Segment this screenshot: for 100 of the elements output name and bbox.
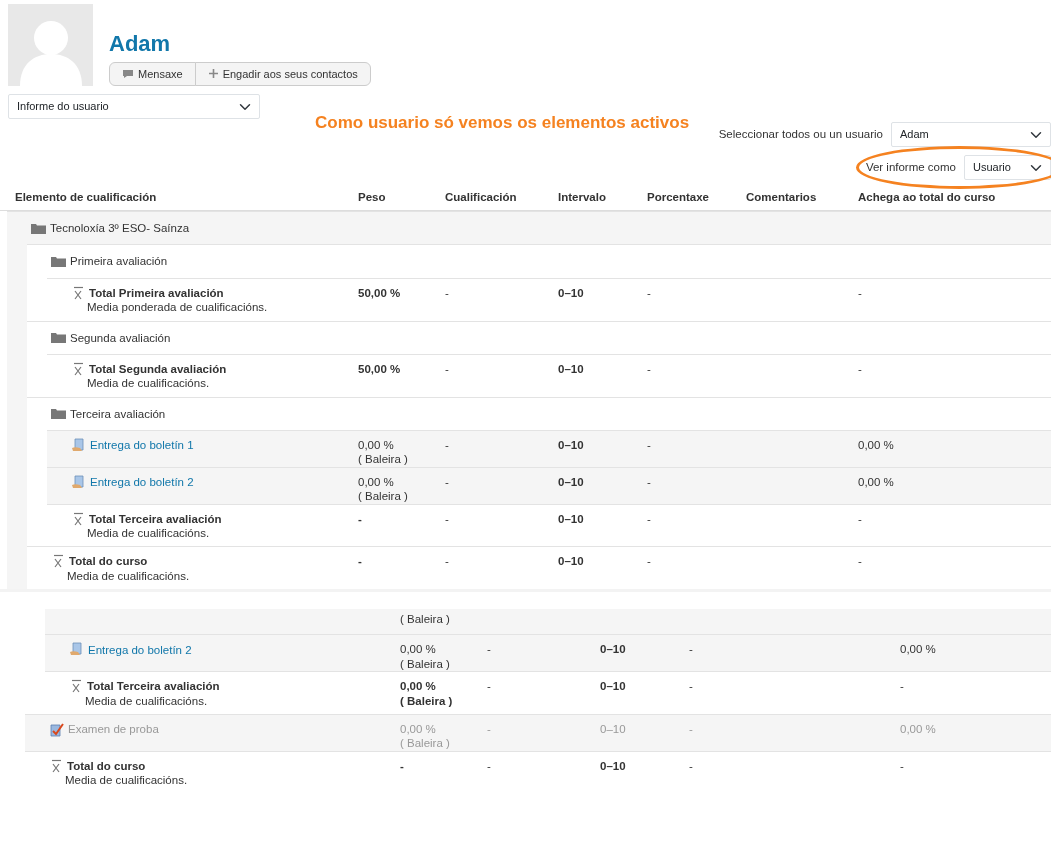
- total-title: Total do curso: [67, 758, 146, 773]
- column-header: Porcentaxe: [647, 189, 710, 205]
- total-title: Total Terceira avaliación: [89, 511, 222, 526]
- mean-icon: [69, 679, 83, 694]
- range-value: 0–10: [558, 286, 584, 299]
- weight-value: 50,00 %: [358, 362, 401, 375]
- weight-value: 0,00 %: [358, 439, 394, 451]
- weight-note: ( Baleira ): [400, 656, 451, 672]
- weight-note: ( Baleira ): [400, 613, 450, 625]
- document-icon: [71, 474, 86, 490]
- weight-value: -: [358, 512, 362, 525]
- speech-bubble-icon: [122, 68, 134, 79]
- item-link[interactable]: Entrega do boletín 1: [90, 438, 194, 453]
- percentage-value: -: [647, 439, 651, 451]
- range-value: 0–10: [558, 362, 584, 375]
- grade-value: -: [445, 439, 449, 451]
- percentage-value: -: [689, 759, 693, 772]
- contribution-value: 0,00 %: [900, 643, 936, 656]
- total-title: Total Segunda avaliación: [89, 361, 227, 377]
- weight-note: ( Baleira ): [400, 736, 451, 751]
- grade-value: -: [487, 722, 491, 735]
- grade-value: -: [445, 475, 449, 488]
- mean-icon: [51, 554, 65, 569]
- column-header: Comentarios: [746, 189, 818, 205]
- mean-icon: [71, 511, 85, 526]
- weight-value: 0,00 %: [358, 475, 394, 488]
- weight-value: 0,00 %: [400, 680, 436, 693]
- annotation-text: Como usuario só vemos os elementos activos: [315, 112, 690, 134]
- percentage-value: -: [647, 512, 651, 525]
- mean-icon: [71, 362, 85, 377]
- user-select-label: Seleccionar todos ou un usuario: [718, 127, 883, 142]
- folder-icon: [51, 332, 66, 344]
- total-title: Total Primeira avaliación: [89, 285, 224, 301]
- weight-value: -: [358, 555, 362, 568]
- view-as-label: Ver informe como: [865, 160, 956, 175]
- contribution-value: -: [858, 286, 862, 299]
- user-name: Adam: [109, 30, 172, 58]
- range-value: 0–10: [600, 722, 626, 735]
- grade-value: -: [445, 555, 449, 568]
- total-title: Total do curso: [69, 554, 148, 569]
- item-link[interactable]: Entrega do boletín 2: [90, 475, 194, 490]
- description-text: Media de cualificacións.: [85, 693, 209, 708]
- profile-button[interactable]: Mensaxe: [109, 61, 196, 86]
- contribution-value: -: [900, 759, 904, 772]
- grade-value: -: [487, 680, 491, 693]
- mean-icon: [49, 758, 63, 773]
- contribution-value: 0,00 %: [858, 439, 894, 451]
- weight-value: 50,00 %: [358, 286, 401, 299]
- range-value: 0–10: [558, 475, 584, 488]
- user-select[interactable]: Adam: [891, 122, 1051, 147]
- category-title: Segunda avaliación: [70, 330, 171, 345]
- contribution-value: -: [858, 512, 862, 525]
- grade-value: -: [445, 286, 449, 299]
- range-value: 0–10: [600, 680, 626, 693]
- percentage-value: -: [647, 475, 651, 488]
- description-text: Media de cualificacións.: [65, 773, 189, 788]
- weight-value: -: [400, 759, 404, 772]
- folder-icon: [51, 408, 66, 420]
- weight-note: ( Baleira ): [358, 489, 409, 504]
- description-text: Media de cualificacións.: [67, 568, 191, 583]
- percentage-value: -: [689, 643, 693, 656]
- checklist-icon: [49, 721, 64, 737]
- column-header: Elemento de cualificación: [15, 189, 158, 205]
- column-header: Achega ao total do curso: [858, 189, 996, 205]
- column-header: Peso: [358, 189, 387, 205]
- weight-note: ( Baleira ): [400, 693, 454, 708]
- description-text: Media ponderada de cualificacións.: [87, 300, 269, 315]
- grade-value: -: [487, 759, 491, 772]
- total-title: Total Terceira avaliación: [87, 679, 220, 694]
- category-title: Primeira avaliación: [70, 254, 168, 269]
- grade-value: -: [487, 643, 491, 656]
- contribution-value: -: [900, 680, 904, 693]
- percentage-value: -: [689, 680, 693, 693]
- grade-value: -: [445, 512, 449, 525]
- range-value: 0–10: [558, 439, 584, 451]
- percentage-value: -: [647, 286, 651, 299]
- weight-note: ( Baleira ): [358, 452, 409, 467]
- category-title: Terceira avaliación: [70, 406, 166, 421]
- contribution-value: 0,00 %: [858, 475, 894, 488]
- contribution-value: -: [858, 555, 862, 568]
- item-link[interactable]: Entrega do boletín 2: [88, 642, 192, 658]
- percentage-value: -: [647, 362, 651, 375]
- column-header: Cualificación: [445, 189, 518, 205]
- folder-icon: [31, 222, 46, 234]
- contribution-value: 0,00 %: [900, 722, 936, 735]
- range-value: 0–10: [558, 512, 584, 525]
- description-text: Media de cualificacións.: [87, 525, 211, 541]
- course-title: Tecnoloxía 3º ESO- Saínza: [50, 221, 190, 236]
- report-select[interactable]: Informe do usuario: [8, 94, 260, 119]
- view-as-select[interactable]: Usuario: [964, 155, 1051, 180]
- weight-value: 0,00 %: [400, 643, 436, 656]
- grade-value: -: [445, 362, 449, 375]
- profile-button[interactable]: Engadir aos seus contactos: [194, 61, 371, 86]
- range-value: 0–10: [558, 555, 584, 568]
- column-header: Intervalo: [558, 189, 607, 205]
- document-icon: [71, 438, 86, 453]
- percentage-value: -: [689, 722, 693, 735]
- plus-icon: [207, 68, 219, 80]
- description-text: Media de cualificacións.: [87, 376, 211, 391]
- document-icon: [69, 642, 84, 658]
